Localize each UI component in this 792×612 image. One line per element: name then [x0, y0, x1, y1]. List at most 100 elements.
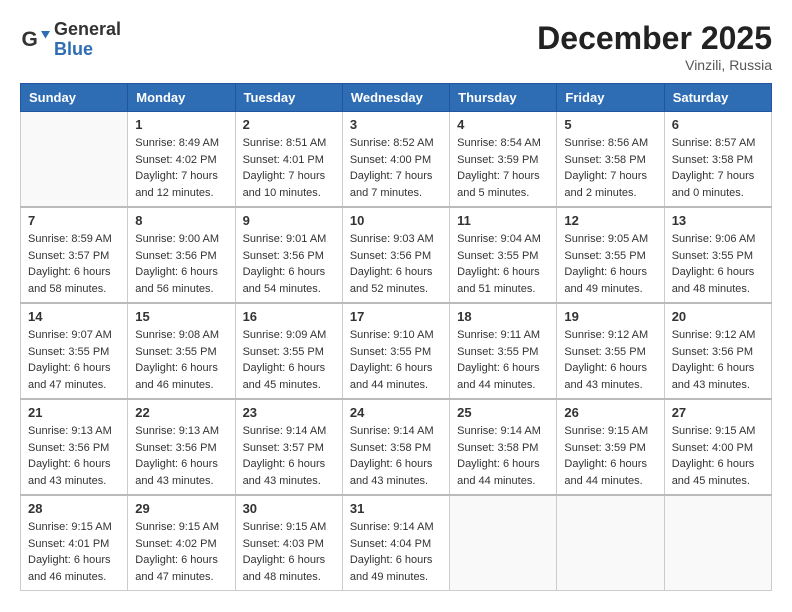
- day-info-line: Sunrise: 9:14 AM: [350, 423, 442, 440]
- calendar-day-cell: 7Sunrise: 8:59 AMSunset: 3:57 PMDaylight…: [21, 207, 128, 303]
- day-info-line: and 43 minutes.: [350, 473, 442, 490]
- day-info-line: and 48 minutes.: [672, 281, 764, 298]
- month-title: December 2025: [537, 20, 772, 57]
- day-info-line: and 10 minutes.: [243, 185, 335, 202]
- day-number: 30: [243, 501, 335, 516]
- day-info-line: Sunrise: 9:14 AM: [243, 423, 335, 440]
- day-number: 12: [564, 213, 656, 228]
- day-info-line: and 51 minutes.: [457, 281, 549, 298]
- calendar-day-cell: 3Sunrise: 8:52 AMSunset: 4:00 PMDaylight…: [342, 112, 449, 208]
- day-info: Sunrise: 9:07 AMSunset: 3:55 PMDaylight:…: [28, 327, 120, 393]
- day-info-line: Daylight: 6 hours: [672, 360, 764, 377]
- day-info-line: Sunrise: 9:07 AM: [28, 327, 120, 344]
- logo-blue-text: Blue: [54, 40, 121, 60]
- calendar-day-cell: 14Sunrise: 9:07 AMSunset: 3:55 PMDayligh…: [21, 303, 128, 399]
- day-info-line: Sunrise: 9:00 AM: [135, 231, 227, 248]
- day-number: 23: [243, 405, 335, 420]
- day-info-line: Sunset: 3:57 PM: [243, 440, 335, 457]
- day-info-line: Sunrise: 9:04 AM: [457, 231, 549, 248]
- day-info: Sunrise: 9:12 AMSunset: 3:55 PMDaylight:…: [564, 327, 656, 393]
- calendar-day-cell: 16Sunrise: 9:09 AMSunset: 3:55 PMDayligh…: [235, 303, 342, 399]
- calendar-day-cell: 25 Sunrise: 9:14 AMSunset: 3:58 PMDayligh…: [450, 399, 557, 495]
- day-info-line: Sunset: 3:59 PM: [564, 440, 656, 457]
- day-info-line: and 43 minutes.: [672, 377, 764, 394]
- day-info-line: Sunrise: 9:14 AM: [350, 519, 442, 536]
- day-info-line: Daylight: 7 hours: [672, 168, 764, 185]
- calendar-week-row: 28Sunrise: 9:15 AMSunset: 4:01 PMDayligh…: [21, 495, 772, 591]
- day-info-line: Daylight: 6 hours: [243, 264, 335, 281]
- day-info-line: Daylight: 7 hours: [350, 168, 442, 185]
- day-info-line: Sunset: 4:02 PM: [135, 152, 227, 169]
- day-number: 1: [135, 117, 227, 132]
- day-info: Sunrise: 9:13 AMSunset: 3:56 PMDaylight:…: [135, 423, 227, 489]
- day-info-line: and 47 minutes.: [28, 377, 120, 394]
- day-info: Sunrise: 8:57 AMSunset: 3:58 PMDaylight:…: [672, 135, 764, 201]
- day-info-line: and 12 minutes.: [135, 185, 227, 202]
- day-info-line: Sunset: 3:55 PM: [243, 344, 335, 361]
- weekday-header-sunday: Sunday: [21, 84, 128, 112]
- day-number: 15: [135, 309, 227, 324]
- day-info-line: Sunset: 3:55 PM: [28, 344, 120, 361]
- day-info-line: Daylight: 6 hours: [350, 456, 442, 473]
- day-info-line: Sunrise: 9:01 AM: [243, 231, 335, 248]
- day-info-line: and 47 minutes.: [135, 569, 227, 586]
- calendar-day-cell: 30Sunrise: 9:15 AMSunset: 4:03 PMDayligh…: [235, 495, 342, 591]
- calendar-day-cell: 15Sunrise: 9:08 AMSunset: 3:55 PMDayligh…: [128, 303, 235, 399]
- day-info-line: Daylight: 6 hours: [564, 264, 656, 281]
- day-info-line: Daylight: 6 hours: [672, 456, 764, 473]
- day-number: 26: [564, 405, 656, 420]
- day-info: Sunrise: 9:15 AMSunset: 3:59 PMDaylight:…: [564, 423, 656, 489]
- day-info-line: Daylight: 6 hours: [28, 552, 120, 569]
- day-number: 13: [672, 213, 764, 228]
- day-info-line: Daylight: 7 hours: [243, 168, 335, 185]
- day-info-line: and 45 minutes.: [243, 377, 335, 394]
- day-info-line: and 54 minutes.: [243, 281, 335, 298]
- calendar-day-cell: 10Sunrise: 9:03 AMSunset: 3:56 PMDayligh…: [342, 207, 449, 303]
- day-info-line: and 44 minutes.: [564, 473, 656, 490]
- day-info-line: Sunrise: 9:05 AM: [564, 231, 656, 248]
- day-info-line: and 0 minutes.: [672, 185, 764, 202]
- calendar-day-cell: 5Sunrise: 8:56 AMSunset: 3:58 PMDaylight…: [557, 112, 664, 208]
- day-info-line: Sunset: 3:55 PM: [672, 248, 764, 265]
- day-info-line: Daylight: 6 hours: [350, 552, 442, 569]
- day-info-line: Daylight: 7 hours: [135, 168, 227, 185]
- day-info-line: Sunrise: 9:13 AM: [28, 423, 120, 440]
- day-info-line: and 49 minutes.: [564, 281, 656, 298]
- day-info: Sunrise: 9:09 AMSunset: 3:55 PMDaylight:…: [243, 327, 335, 393]
- day-number: 8: [135, 213, 227, 228]
- day-info: Sunrise: 9:14 AMSunset: 3:58 PMDaylight:…: [350, 423, 442, 489]
- day-info-line: and 56 minutes.: [135, 281, 227, 298]
- day-info-line: and 43 minutes.: [564, 377, 656, 394]
- day-info: Sunrise: 9:14 AMSunset: 3:58 PMDaylight:…: [457, 423, 549, 489]
- calendar-day-cell: 19Sunrise: 9:12 AMSunset: 3:55 PMDayligh…: [557, 303, 664, 399]
- day-info-line: Daylight: 6 hours: [28, 264, 120, 281]
- day-info-line: Sunrise: 9:13 AM: [135, 423, 227, 440]
- day-info-line: Sunrise: 9:09 AM: [243, 327, 335, 344]
- day-info: Sunrise: 9:15 AMSunset: 4:00 PMDaylight:…: [672, 423, 764, 489]
- calendar-day-cell: 13Sunrise: 9:06 AMSunset: 3:55 PMDayligh…: [664, 207, 771, 303]
- calendar-day-cell: [21, 112, 128, 208]
- day-info-line: Sunset: 4:03 PM: [243, 536, 335, 553]
- calendar-day-cell: 18Sunrise: 9:11 AMSunset: 3:55 PMDayligh…: [450, 303, 557, 399]
- weekday-header-tuesday: Tuesday: [235, 84, 342, 112]
- weekday-header-thursday: Thursday: [450, 84, 557, 112]
- day-info: Sunrise: 8:52 AMSunset: 4:00 PMDaylight:…: [350, 135, 442, 201]
- calendar-day-cell: [557, 495, 664, 591]
- day-info-line: Sunset: 3:55 PM: [457, 248, 549, 265]
- day-info-line: Sunset: 3:55 PM: [457, 344, 549, 361]
- calendar-week-row: 21Sunrise: 9:13 AMSunset: 3:56 PMDayligh…: [21, 399, 772, 495]
- day-number: 25: [457, 405, 549, 420]
- logo-text: General Blue: [54, 20, 121, 60]
- day-number: 27: [672, 405, 764, 420]
- day-info-line: Sunset: 4:00 PM: [672, 440, 764, 457]
- day-number: 9: [243, 213, 335, 228]
- day-info-line: Sunrise: 8:54 AM: [457, 135, 549, 152]
- day-info-line: Daylight: 6 hours: [672, 264, 764, 281]
- day-info-line: Sunrise: 9:15 AM: [564, 423, 656, 440]
- day-info-line: and 44 minutes.: [350, 377, 442, 394]
- day-info-line: Sunrise: 9:03 AM: [350, 231, 442, 248]
- day-info-line: Sunrise: 8:52 AM: [350, 135, 442, 152]
- day-number: 20: [672, 309, 764, 324]
- day-info-line: Sunrise: 9:14 AM: [457, 423, 549, 440]
- day-number: 7: [28, 213, 120, 228]
